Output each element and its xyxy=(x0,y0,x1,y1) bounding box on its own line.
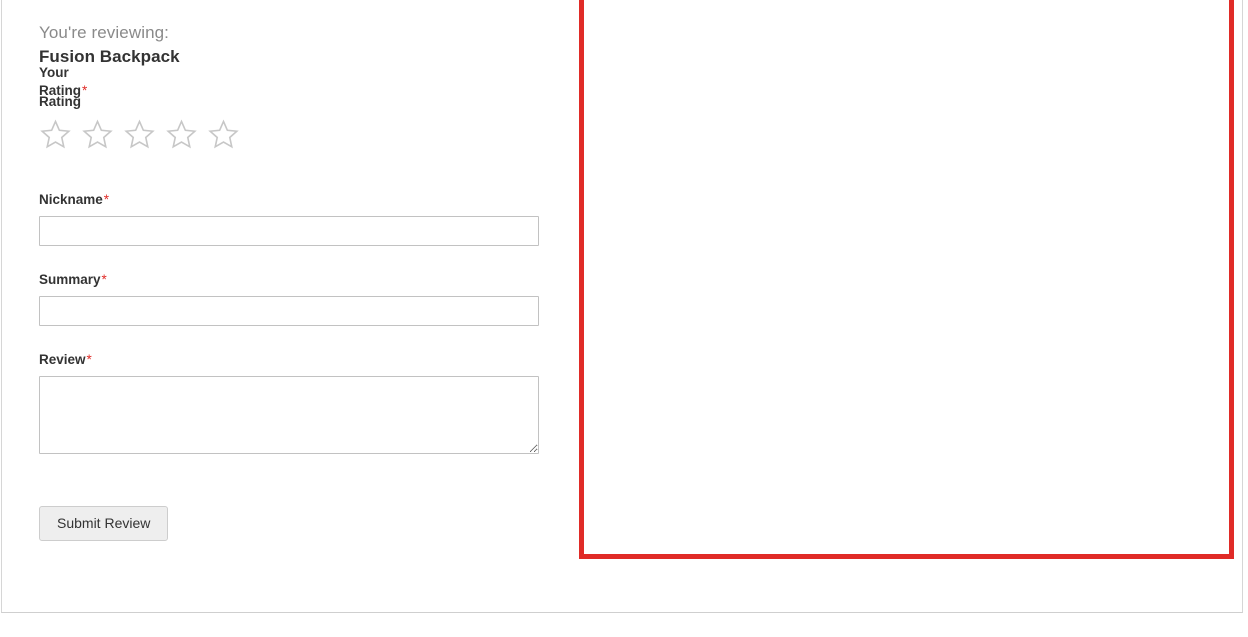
required-asterisk: * xyxy=(103,192,110,207)
submit-block: Submit Review xyxy=(39,506,169,541)
star-rating-control[interactable] xyxy=(39,118,240,150)
required-asterisk: * xyxy=(82,83,88,98)
review-label-text: Review xyxy=(39,352,86,367)
summary-field-group: Summary* xyxy=(39,272,539,326)
summary-label-text: Summary xyxy=(39,272,101,287)
reviewing-heading: You're reviewing: Fusion Backpack xyxy=(39,22,559,69)
page-container: You're reviewing: Fusion Backpack Your R… xyxy=(1,0,1243,613)
review-form: You're reviewing: Fusion Backpack Your R… xyxy=(39,22,559,541)
star-outline-icon[interactable] xyxy=(123,118,156,150)
review-textarea[interactable] xyxy=(39,376,539,454)
reviewing-label: You're reviewing: xyxy=(39,23,170,42)
review-label: Review* xyxy=(39,352,539,367)
nickname-label: Nickname* xyxy=(39,192,539,207)
nickname-field-group: Nickname* xyxy=(39,192,539,246)
rating-sub-label: Rating xyxy=(39,94,81,109)
nickname-input[interactable] xyxy=(39,216,539,246)
star-outline-icon[interactable] xyxy=(165,118,198,150)
star-outline-icon[interactable] xyxy=(81,118,114,150)
review-field-group: Review* xyxy=(39,352,539,454)
nickname-label-text: Nickname xyxy=(39,192,103,207)
product-name: Fusion Backpack xyxy=(39,47,180,66)
submit-review-button[interactable]: Submit Review xyxy=(39,506,169,541)
highlight-annotation-box xyxy=(579,0,1234,559)
required-asterisk: * xyxy=(101,272,107,287)
required-asterisk: * xyxy=(86,352,92,367)
summary-input[interactable] xyxy=(39,296,539,326)
summary-label: Summary* xyxy=(39,272,539,287)
star-outline-icon[interactable] xyxy=(207,118,240,150)
star-outline-icon[interactable] xyxy=(39,118,72,150)
